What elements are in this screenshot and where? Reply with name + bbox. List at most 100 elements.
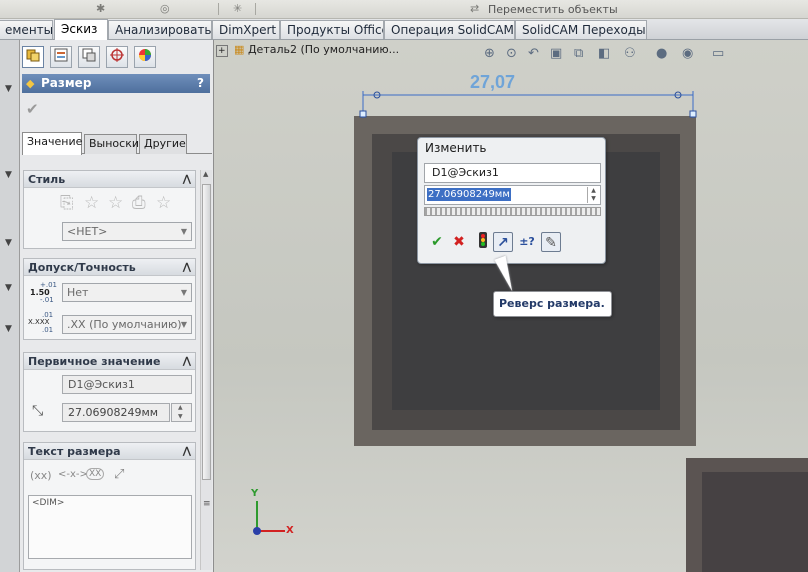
dropdown-arrow-icon[interactable]: ▼ — [5, 84, 12, 94]
value-spinner[interactable]: ▲ ▼ — [171, 403, 192, 422]
cancel-x-icon[interactable]: ✖ — [449, 232, 469, 252]
tab-elements[interactable]: ементы — [0, 20, 53, 39]
dimension-value-label[interactable]: 27,07 — [470, 72, 515, 93]
style-select[interactable]: <НЕТ> ▼ — [62, 222, 192, 241]
precision-select-value: .XX (По умолчанию) — [67, 318, 182, 331]
delete-style-icon[interactable]: ☆ — [108, 193, 123, 213]
pm-title: Размер — [41, 76, 92, 90]
sketch-point-icon[interactable]: ✳ — [233, 2, 242, 15]
feature-manager-icon[interactable] — [22, 46, 44, 68]
dropdown-arrow-icon[interactable]: ▼ — [5, 324, 12, 334]
spin-down-icon[interactable]: ▼ — [178, 413, 183, 420]
property-manager-icon[interactable] — [50, 46, 72, 68]
spin-up-icon[interactable]: ▲ — [178, 404, 183, 411]
inspection-dimension-button[interactable]: XX — [86, 468, 105, 480]
ok-check-icon[interactable]: ✔ — [26, 100, 39, 118]
dropdown-arrow-icon[interactable]: ▼ — [5, 170, 12, 180]
tab-analyze[interactable]: Анализировать — [108, 20, 212, 39]
tab-dimxpert[interactable]: DimXpert — [212, 20, 280, 39]
pm-title-bar: ◆ Размер ? — [22, 74, 210, 93]
collapse-icon[interactable]: ⋀ — [183, 443, 191, 460]
load-style-icon[interactable]: ☆ — [156, 193, 171, 213]
style-group: Стиль ⋀ ⎘ ☆ ☆ ⎙ ☆ <НЕТ> ▼ — [23, 170, 196, 249]
modify-value-input[interactable]: 27.06908249мм ▲ ▼ — [424, 185, 601, 205]
rebuild-traffic-light-icon[interactable] — [473, 232, 493, 252]
offset-text-icon[interactable]: ⤢ — [114, 467, 124, 482]
reverse-dimension-icon[interactable]: ↗ — [493, 232, 513, 252]
left-panel-stub: ▼ ▼ ▼ ▼ ▼ — [0, 40, 20, 572]
chevron-down-icon: ▼ — [180, 320, 187, 329]
dimension-text-value: <DIM> — [32, 498, 65, 508]
dimension-name-field[interactable]: D1@Эскиз1 — [62, 375, 192, 394]
modify-dialog: Изменить D1@Эскиз1 27.06908249мм ▲ ▼ ✔ ✖… — [417, 137, 606, 264]
tab-other[interactable]: Другие — [139, 134, 187, 154]
magnifier-pencil-icon[interactable]: ✎ — [541, 232, 561, 252]
endpoint-handle-right — [689, 110, 697, 118]
save-style-icon[interactable]: ⎙ — [132, 193, 146, 213]
tab-office-products[interactable]: Продукты Office — [280, 20, 384, 39]
dimension-value-field[interactable]: 27.06908249мм — [62, 403, 170, 422]
endpoint-handle-left — [359, 110, 367, 118]
toolbar-separator — [218, 3, 219, 15]
spin-up-icon[interactable]: ▲ — [588, 187, 599, 195]
tab-sketch[interactable]: Эскиз — [54, 19, 108, 40]
apply-style-icon[interactable]: ⎘ — [60, 193, 74, 213]
modify-value-selected-text[interactable]: 27.06908249мм — [427, 188, 511, 201]
dropdown-arrow-icon[interactable]: ▼ — [5, 283, 12, 293]
style-group-header[interactable]: Стиль ⋀ — [24, 171, 195, 188]
style-group-title: Стиль — [28, 173, 66, 186]
pm-scrollbar[interactable]: ▲ ≡ — [200, 170, 212, 570]
dropdown-arrow-icon[interactable]: ▼ — [5, 238, 12, 248]
prec-icon-mid: X.XXX — [28, 318, 50, 326]
grip-icon[interactable]: ≡ — [203, 499, 211, 509]
collapse-icon[interactable]: ⋀ — [183, 353, 191, 370]
help-icon[interactable]: ? — [197, 74, 204, 93]
dimxpert-manager-icon[interactable] — [106, 46, 128, 68]
top-toolbar: ✱ ◎ ✳ ⇄ Переместить объекты — [0, 0, 808, 19]
y-axis-label: Y — [251, 488, 259, 499]
toolbar-separator — [255, 3, 256, 15]
tol-icon-bot: -.01 — [40, 296, 54, 304]
chevron-down-icon: ▼ — [180, 288, 187, 297]
scrollbar-thumb[interactable] — [202, 184, 211, 480]
tolerance-select[interactable]: Нет ▼ — [62, 283, 192, 302]
dimension-icon: ◆ — [26, 77, 35, 90]
tolerance-group-header[interactable]: Допуск/Точность ⋀ — [24, 259, 195, 276]
pm-sub-tabs: Значение Выноски Другие — [22, 132, 212, 155]
tolerance-group-title: Допуск/Точность — [28, 261, 136, 274]
collapse-icon[interactable]: ⋀ — [183, 171, 191, 188]
tolerance-select-value: Нет — [67, 286, 89, 299]
modify-spinner[interactable]: ▲ ▼ — [587, 187, 599, 203]
x-axis-label: X — [286, 525, 294, 536]
settings-icon[interactable]: ◎ — [160, 2, 170, 15]
spin-down-icon[interactable]: ▼ — [588, 195, 599, 203]
add-style-icon[interactable]: ☆ — [84, 193, 99, 213]
dimension-arrow-icon: ⤡ — [32, 403, 44, 419]
mark-for-drawing-icon[interactable]: ±? — [517, 232, 537, 252]
precision-select[interactable]: .XX (По умолчанию) ▼ — [62, 315, 192, 334]
configuration-manager-icon[interactable] — [78, 46, 100, 68]
tab-solidcam-transitions[interactable]: SolidCAM Переходы — [515, 20, 647, 39]
thumbwheel[interactable] — [424, 207, 601, 216]
tab-leaders[interactable]: Выноски — [84, 134, 139, 154]
tab-solidcam-operation[interactable]: Операция SolidCAM — [384, 20, 515, 39]
center-dimension-button[interactable]: <-x-> — [58, 469, 88, 480]
move-objects-icon[interactable]: ⇄ — [470, 2, 479, 15]
precision-icon: .01 X.XXX .01 — [28, 311, 58, 335]
scroll-up-icon[interactable]: ▲ — [203, 170, 208, 178]
move-objects-label[interactable]: Переместить объекты — [488, 3, 618, 16]
modify-dimension-name: D1@Эскиз1 — [424, 163, 601, 183]
add-parentheses-button[interactable]: (xx) — [30, 469, 52, 482]
collapse-icon[interactable]: ⋀ — [183, 259, 191, 276]
dimension-text-area[interactable]: <DIM> — [28, 495, 192, 559]
dimension-text-group-header[interactable]: Текст размера ⋀ — [24, 443, 195, 460]
dimension-text-group-title: Текст размера — [28, 445, 121, 458]
tab-value[interactable]: Значение — [22, 132, 82, 155]
primary-value-group-header[interactable]: Первичное значение ⋀ — [24, 353, 195, 370]
tolerance-type-icon: +.01 1.50 -.01 — [30, 281, 58, 305]
gear-icon[interactable]: ✱ — [96, 2, 105, 15]
style-select-value: <НЕТ> — [67, 225, 108, 238]
display-manager-icon[interactable] — [134, 46, 156, 68]
primary-value-group: Первичное значение ⋀ D1@Эскиз1 ⤡ 27.0690… — [23, 352, 196, 432]
ok-check-icon[interactable]: ✔ — [427, 232, 447, 252]
